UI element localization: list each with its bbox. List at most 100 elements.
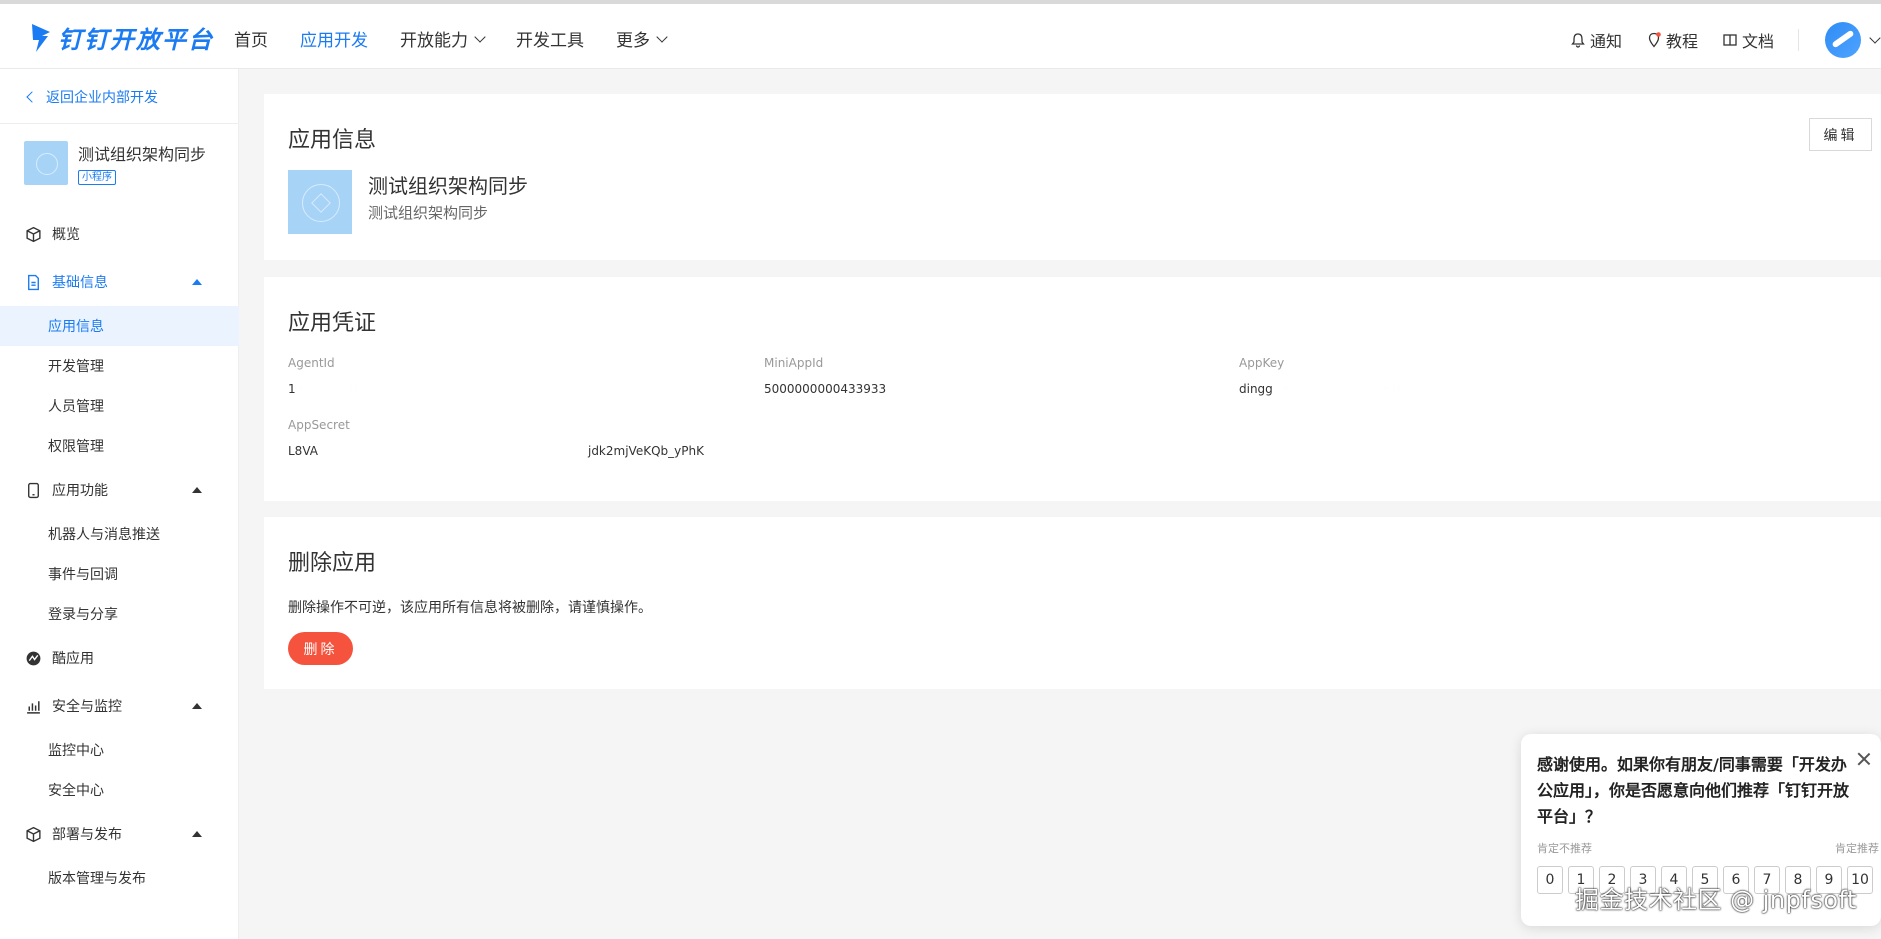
redacted-secret	[318, 444, 588, 458]
app-key-value[interactable]: dingg	[1239, 382, 1273, 396]
sidebar-divider	[0, 123, 239, 124]
survey-low-label: 肯定不推荐	[1537, 842, 1592, 855]
sidebar-item-label: 应用信息	[48, 319, 104, 335]
nav-app-dev-label: 应用开发	[300, 31, 368, 51]
app-type-badge: 小程序	[78, 170, 116, 185]
section-title: 删除应用	[288, 551, 377, 576]
sidebar-group-security[interactable]: 安全与监控	[0, 682, 239, 730]
mini-app-id-value[interactable]: 5000000000433933	[764, 382, 886, 396]
sidebar-item-robot[interactable]: 机器人与消息推送	[0, 514, 239, 554]
app-thumbnail	[24, 141, 68, 185]
sidebar-item-label: 人员管理	[48, 399, 104, 415]
nav-more[interactable]: 更多	[616, 26, 668, 51]
app-key-label: AppKey	[1239, 356, 1285, 370]
app-secret-label: AppSecret	[288, 418, 350, 432]
brand-logo[interactable]: 钉钉开放平台	[30, 20, 214, 55]
sidebar-item-label: 安全中心	[48, 783, 104, 799]
cool-app-icon	[26, 651, 41, 665]
caret-up-icon	[192, 487, 202, 493]
section-title: 应用信息	[288, 128, 377, 153]
sidebar: 返回企业内部开发 测试组织架构同步 小程序 概览 基础信息 应用信息 开发管理 …	[0, 69, 239, 939]
score-button[interactable]: 0	[1537, 866, 1563, 894]
sidebar-item-label: 安全与监控	[52, 699, 122, 715]
delete-warning: 删除操作不可逆，该应用所有信息将被删除，请谨慎操作。	[288, 600, 652, 616]
avatar	[1825, 22, 1861, 58]
nav-open-capability[interactable]: 开放能力	[400, 26, 486, 51]
agent-id-value[interactable]: 1	[288, 382, 296, 396]
nav-home[interactable]: 首页	[234, 26, 268, 51]
tutorial-button[interactable]: 教程	[1646, 28, 1698, 52]
sidebar-group-basic-info[interactable]: 基础信息	[0, 258, 239, 306]
cube-icon	[26, 226, 41, 242]
sidebar-app-name: 测试组织架构同步	[78, 145, 207, 164]
app-name: 测试组织架构同步	[368, 174, 528, 198]
delete-app-panel: 删除应用 删除操作不可逆，该应用所有信息将被删除，请谨慎操作。 删除	[264, 517, 1881, 689]
app-secret-value[interactable]: L8VA jdk2mjVeKQb_yPhK	[288, 444, 704, 458]
sidebar-item-label: 权限管理	[48, 439, 104, 455]
chevron-down-icon	[474, 30, 486, 43]
sidebar-item-label: 事件与回调	[48, 567, 118, 583]
sidebar-item-member-mgmt[interactable]: 人员管理	[0, 386, 239, 426]
sidebar-item-monitor[interactable]: 监控中心	[0, 730, 239, 770]
notify-label: 通知	[1589, 32, 1622, 51]
caret-up-icon	[192, 703, 202, 709]
sidebar-item-permission-mgmt[interactable]: 权限管理	[0, 426, 239, 466]
sidebar-menu: 概览 基础信息 应用信息 开发管理 人员管理 权限管理 应用功能 机器人与消息推…	[0, 210, 239, 898]
app-secret-suffix: jdk2mjVeKQb_yPhK	[587, 444, 704, 458]
nav-app-dev[interactable]: 应用开发	[300, 26, 368, 51]
cube-icon	[26, 826, 41, 842]
nav-dev-tools[interactable]: 开发工具	[516, 26, 584, 51]
sidebar-group-features[interactable]: 应用功能	[0, 466, 239, 514]
book-icon	[1723, 34, 1737, 46]
app-icon-large	[288, 170, 352, 234]
docs-button[interactable]: 文档	[1722, 28, 1774, 52]
header-tools: 通知 教程 文档	[1570, 22, 1881, 58]
app-info-panel: 应用信息 编辑 测试组织架构同步 测试组织架构同步	[264, 94, 1881, 260]
tutorial-label: 教程	[1665, 32, 1698, 51]
sidebar-item-version[interactable]: 版本管理与发布	[0, 858, 239, 898]
sidebar-item-label: 酷应用	[52, 651, 94, 667]
sidebar-item-app-info[interactable]: 应用信息	[0, 306, 239, 346]
sidebar-item-dev-mgmt[interactable]: 开发管理	[0, 346, 239, 386]
mini-app-id-label: MiniAppId	[764, 356, 824, 370]
document-icon	[28, 274, 39, 290]
close-icon[interactable]	[1857, 752, 1871, 766]
caret-up-icon	[192, 279, 202, 285]
back-link-label: 返回企业内部开发	[46, 90, 158, 106]
sidebar-item-label: 监控中心	[48, 743, 104, 759]
redaction-mask	[1274, 381, 1404, 395]
agent-id-label: AgentId	[288, 356, 335, 370]
watermark: 掘金技术社区 @ jnpfsoft	[1575, 886, 1857, 914]
chevron-left-icon	[26, 91, 38, 103]
sidebar-item-overview[interactable]: 概览	[0, 210, 239, 258]
sidebar-item-label: 应用功能	[52, 483, 108, 499]
edit-button[interactable]: 编辑	[1809, 118, 1872, 151]
caret-up-icon	[192, 831, 202, 837]
chevron-down-icon	[656, 30, 668, 43]
delete-button[interactable]: 删除	[288, 632, 353, 665]
sidebar-item-login-share[interactable]: 登录与分享	[0, 594, 239, 634]
bar-chart-icon	[27, 700, 40, 714]
chevron-down-icon	[1869, 32, 1881, 44]
dingtalk-logo-icon	[30, 22, 52, 54]
survey-question: 感谢使用。如果你有朋友/同事需要「开发办公应用」，你是否愿意向他们推荐「钉钉开放…	[1537, 755, 1850, 826]
sidebar-app-card: 测试组织架构同步 小程序	[24, 141, 206, 185]
sidebar-item-cool-app[interactable]: 酷应用	[0, 634, 239, 682]
nav-home-label: 首页	[234, 31, 268, 51]
sidebar-item-events[interactable]: 事件与回调	[0, 554, 239, 594]
notify-button[interactable]: 通知	[1570, 28, 1622, 52]
credentials-panel: 应用凭证 AgentId 1 MiniAppId 500000000043393…	[264, 277, 1881, 501]
user-menu[interactable]	[1825, 22, 1881, 58]
header-divider	[1798, 29, 1799, 51]
sidebar-item-label: 机器人与消息推送	[48, 527, 160, 543]
sidebar-item-security-center[interactable]: 安全中心	[0, 770, 239, 810]
app-description: 测试组织架构同步	[368, 204, 489, 222]
sidebar-item-label: 基础信息	[52, 275, 108, 291]
redaction-mask	[296, 381, 356, 395]
sidebar-group-deploy[interactable]: 部署与发布	[0, 810, 239, 858]
sidebar-item-label: 部署与发布	[52, 827, 122, 843]
brand-name: 钉钉开放平台	[58, 26, 214, 54]
back-link[interactable]: 返回企业内部开发	[26, 87, 158, 107]
sidebar-item-label: 登录与分享	[48, 607, 118, 623]
sidebar-item-label: 概览	[52, 227, 80, 243]
